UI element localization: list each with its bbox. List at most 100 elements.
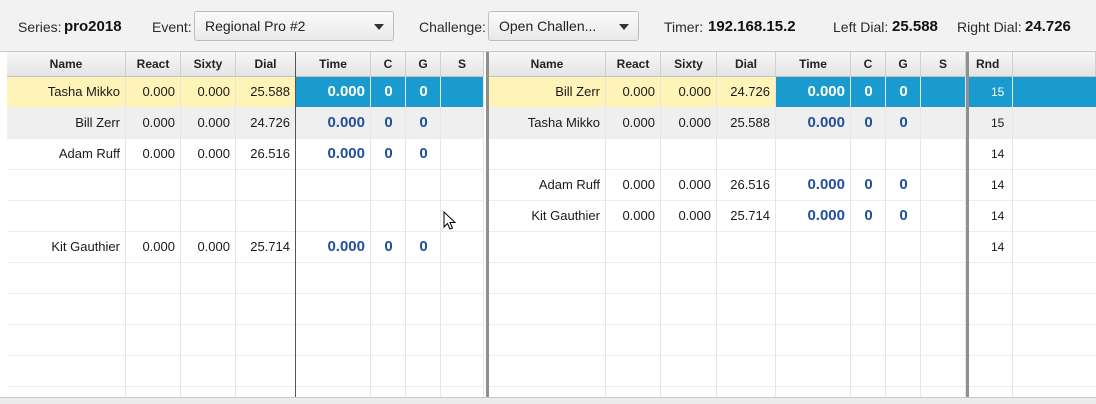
lane-right-table-row[interactable] <box>489 232 966 263</box>
event-select[interactable]: Regional Pro #2 <box>194 11 394 41</box>
lane-right-header-s[interactable]: S <box>921 52 966 77</box>
lane-right-cell-react <box>606 232 661 262</box>
filler-header <box>1013 52 1096 77</box>
round-table-row[interactable]: 14 <box>969 201 1096 232</box>
lane-left-cell-g: 0 <box>419 114 428 131</box>
round-table-row[interactable] <box>969 294 1096 325</box>
lane-right-cell-g: 0 <box>899 114 908 131</box>
right-dial-value: 24.726 <box>1025 18 1071 35</box>
lane-left-cell-g <box>406 170 441 200</box>
lane-left-cell-name <box>7 201 126 231</box>
grid-line <box>1012 77 1013 400</box>
lane-right-header-dial[interactable]: Dial <box>717 52 776 77</box>
event-select-value: Regional Pro #2 <box>205 18 306 34</box>
round-table-row[interactable] <box>969 263 1096 294</box>
lane-right-header-g[interactable]: G <box>886 52 921 77</box>
lane-right-cell-s <box>921 139 966 169</box>
lane-right-table-row[interactable] <box>489 263 966 294</box>
pane-divider[interactable] <box>486 52 489 400</box>
lane-right-table-row[interactable] <box>489 294 966 325</box>
lane-left-table-row[interactable]: Kit Gauthier 0.000 0.000 25.714 0.000 0 0 <box>7 232 484 263</box>
lane-left-table-row[interactable] <box>7 170 484 201</box>
lane-left-cell-name: Adam Ruff <box>58 146 120 161</box>
lane-right-header-c[interactable]: C <box>851 52 886 77</box>
lane-left-cell-react: 0.000 <box>142 115 175 130</box>
lane-right-table-row[interactable] <box>489 356 966 387</box>
grid-line <box>235 77 236 400</box>
round-table-row[interactable]: 14 <box>969 232 1096 263</box>
lane-left-cell-g: 0 <box>406 77 441 107</box>
lane-right-cell-dial <box>717 139 776 169</box>
lane-left-header-react[interactable]: React <box>126 52 181 77</box>
lane-right-table-row[interactable]: Bill Zerr 0.000 0.000 24.726 0.000 0 0 <box>489 77 966 108</box>
lane-left-table-row[interactable]: Adam Ruff 0.000 0.000 26.516 0.000 0 0 <box>7 139 484 170</box>
lane-left-header-c[interactable]: C <box>371 52 406 77</box>
lane-right-table-row[interactable] <box>489 325 966 356</box>
lane-right-cell-c <box>851 139 886 169</box>
lane-left-table-row[interactable]: Tasha Mikko 0.000 0.000 25.588 0.000 0 0 <box>7 77 484 108</box>
lane-right-cell-g: 0 <box>899 176 908 193</box>
left-dial-value: 25.588 <box>892 18 938 35</box>
lane-right-header-name[interactable]: Name <box>489 52 606 77</box>
toolbar: Series: pro2018 Event: Regional Pro #2 C… <box>0 0 1096 52</box>
lane-left-cell-sixty <box>181 201 236 231</box>
lane-left-header-dial[interactable]: Dial <box>236 52 296 77</box>
round-table-row[interactable]: 15 <box>969 108 1096 139</box>
lane-right-cell-s <box>921 77 966 107</box>
lane-left-cell-time: 0.000 <box>327 114 365 131</box>
lane-right-cell-c: 0 <box>864 114 873 131</box>
lane-right-cell-sixty: 0.000 <box>678 115 711 130</box>
lane-right-cell-sixty <box>661 232 717 262</box>
pane-divider[interactable] <box>295 52 296 400</box>
lane-left-header-time[interactable]: Time <box>296 52 371 77</box>
round-header[interactable]: Rnd <box>969 52 1013 77</box>
mouse-pointer-icon <box>443 211 457 230</box>
series-label: Series: <box>18 19 62 35</box>
lane-right-table-row[interactable]: Adam Ruff 0.000 0.000 26.516 0.000 0 0 <box>489 170 966 201</box>
lane-left-cell-time: 0.000 <box>327 238 365 255</box>
round-table-row[interactable] <box>969 356 1096 387</box>
grid-line <box>440 77 441 400</box>
lane-left-cell-c <box>371 170 406 200</box>
lane-left-cell-s <box>441 232 484 262</box>
lane-left-cell-name: Bill Zerr <box>75 115 120 130</box>
round-table-row[interactable]: 14 <box>969 139 1096 170</box>
round-cell: 15 <box>991 116 1005 130</box>
lane-left-header-s[interactable]: S <box>441 52 484 77</box>
lane-right-cell-time <box>776 232 851 262</box>
lane-left-header-name[interactable]: Name <box>7 52 126 77</box>
lane-right-header-react[interactable]: React <box>606 52 661 77</box>
lane-right-cell-react <box>606 139 661 169</box>
lane-left-header-sixty[interactable]: Sixty <box>181 52 236 77</box>
grid-line <box>180 77 181 400</box>
lane-right-table-row[interactable]: Kit Gauthier 0.000 0.000 25.714 0.000 0 0 <box>489 201 966 232</box>
lane-left-table-row[interactable]: Bill Zerr 0.000 0.000 24.726 0.000 0 0 <box>7 108 484 139</box>
lane-left-table-row[interactable] <box>7 263 484 294</box>
lane-left-table-row[interactable] <box>7 201 484 232</box>
lane-right-cell-dial: 25.714 <box>730 208 770 223</box>
lane-left-cell-c: 0 <box>371 77 406 107</box>
lane-left-cell-name <box>7 170 126 200</box>
lane-left-table-row[interactable] <box>7 294 484 325</box>
lane-left-cell-name: Kit Gauthier <box>51 239 120 254</box>
race-grid: Name React Sixty Dial Time C G S Tasha Mikko 0.00… <box>0 52 1096 400</box>
lane-right-header-sixty[interactable]: Sixty <box>661 52 717 77</box>
lane-right-cell-name <box>489 232 606 262</box>
timer-value: 192.168.15.2 <box>708 18 796 35</box>
round-table-row[interactable] <box>969 325 1096 356</box>
round-table-row[interactable]: 15 <box>969 77 1096 108</box>
lane-left-table-row[interactable] <box>7 356 484 387</box>
round-table-row[interactable]: 14 <box>969 170 1096 201</box>
grid-line <box>716 77 717 400</box>
lane-right-table-row[interactable] <box>489 139 966 170</box>
lane-left-cell-dial <box>236 201 296 231</box>
timer-label: Timer: <box>664 19 704 35</box>
challenge-select[interactable]: Open Challen... <box>488 11 639 41</box>
lane-left-header-g[interactable]: G <box>406 52 441 77</box>
lane-left-table-row[interactable] <box>7 325 484 356</box>
lane-right-cell-s <box>921 108 966 138</box>
lane-right-header-time[interactable]: Time <box>776 52 851 77</box>
lane-right-cell-name: Tasha Mikko <box>527 115 600 130</box>
lane-right-table-row[interactable]: Tasha Mikko 0.000 0.000 25.588 0.000 0 0 <box>489 108 966 139</box>
pane-divider[interactable] <box>966 52 969 400</box>
